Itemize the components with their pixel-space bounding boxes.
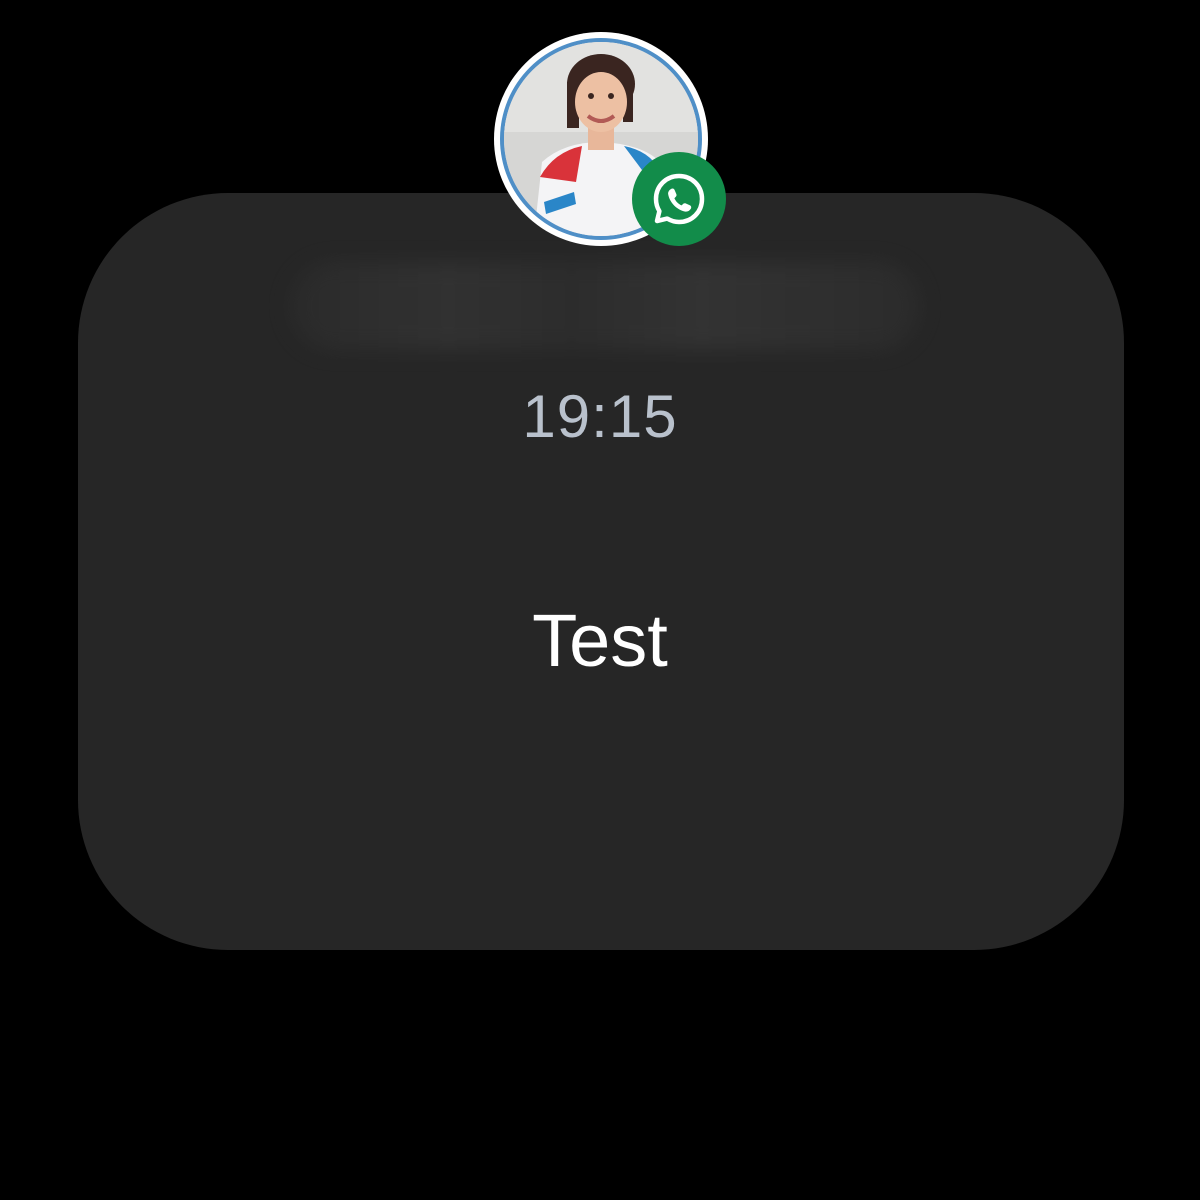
notification-screen: 19:15 Test xyxy=(0,0,1200,1200)
notification-message: Test xyxy=(532,599,668,682)
whatsapp-icon xyxy=(632,152,726,246)
sender-name-blurred xyxy=(290,262,920,350)
notification-time: 19:15 xyxy=(522,383,678,450)
